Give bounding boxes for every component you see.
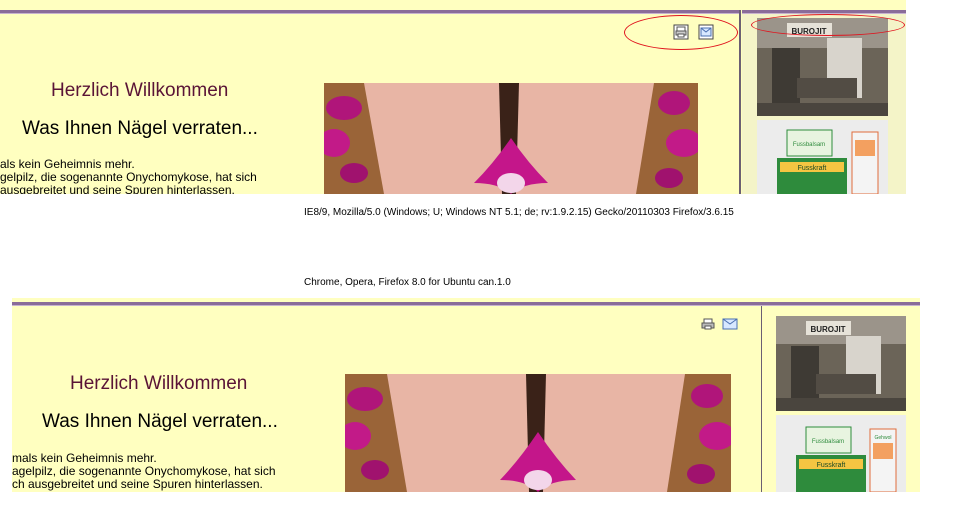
printer-icon xyxy=(701,318,715,330)
top-feet-orchid-image xyxy=(324,83,698,194)
bottom-body-line: ch ausgebreitet und seine Spuren hinterl… xyxy=(12,477,263,491)
bottom-product-label: Fussbalsam xyxy=(812,439,844,445)
bottom-product-label: Gehwol xyxy=(875,435,892,441)
bottom-print-button[interactable] xyxy=(700,316,716,332)
bottom-page-panel: Herzlich Willkommen Was Ihnen Nägel verr… xyxy=(12,298,920,492)
bottom-header-bar xyxy=(12,302,920,306)
top-sidebar-highlight-oval xyxy=(751,14,905,36)
top-product-label: Fussbalsam xyxy=(793,142,825,148)
top-greeting: Herzlich Willkommen xyxy=(51,80,229,101)
bottom-sidebar-photo: BUROJIT xyxy=(776,316,906,411)
top-header-bar xyxy=(0,10,740,14)
bottom-email-button[interactable] xyxy=(722,316,738,332)
bottom-column-divider xyxy=(761,306,762,492)
bottom-sidebar-photo-sign: BUROJIT xyxy=(810,325,845,334)
top-body-line: ausgebreitet und seine Spuren hinterlass… xyxy=(0,183,235,195)
top-body-text: als kein Geheimnis mehr. gelpilz, die so… xyxy=(0,158,257,195)
bottom-body-text: mals kein Geheimnis mehr. agelpilz, die … xyxy=(12,452,276,491)
ie-browser-caption: IE8/9, Mozilla/5.0 (Windows; U; Windows … xyxy=(304,207,734,218)
chrome-browser-caption: Chrome, Opera, Firefox 8.0 for Ubuntu ca… xyxy=(304,277,511,288)
top-column-divider xyxy=(739,10,741,194)
bottom-sidebar-product-image: Fusskraft Fussbalsam Gehwol xyxy=(776,415,906,492)
top-sidebar-product-image: Fusskraft Fussbalsam xyxy=(757,120,888,194)
email-icon xyxy=(722,318,738,330)
bottom-product-label: Fusskraft xyxy=(817,462,846,469)
top-icons-highlight-oval xyxy=(624,15,738,50)
top-heading: Was Ihnen Nägel verraten... xyxy=(22,118,258,139)
top-product-label: Fusskraft xyxy=(798,165,827,172)
bottom-feet-orchid-image xyxy=(345,374,731,492)
bottom-heading: Was Ihnen Nägel verraten... xyxy=(42,411,278,432)
bottom-greeting: Herzlich Willkommen xyxy=(70,373,248,394)
